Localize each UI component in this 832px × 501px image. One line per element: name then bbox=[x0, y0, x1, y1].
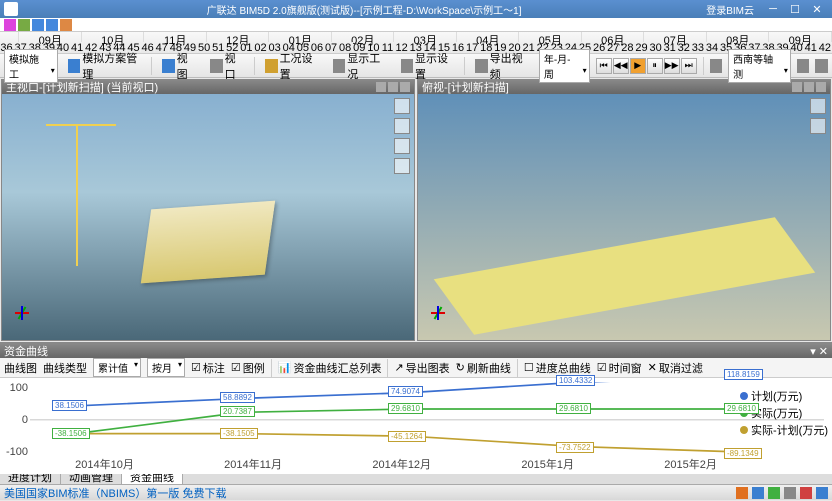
axis-compass[interactable] bbox=[424, 306, 452, 334]
minimize-icon[interactable]: ─ bbox=[762, 2, 784, 16]
qa-icon-4[interactable] bbox=[46, 19, 58, 31]
vp-min-icon[interactable] bbox=[792, 82, 802, 92]
export-chart-button[interactable]: ↗ 导出图表 bbox=[394, 360, 449, 376]
viewport-area: 主视口-[计划新扫描] (当前视口) 俯视-[计划新扫描] bbox=[0, 78, 832, 342]
window-icon bbox=[210, 59, 222, 73]
gear-icon bbox=[265, 59, 277, 73]
view-tools bbox=[394, 98, 410, 174]
grid-icon[interactable] bbox=[797, 59, 810, 73]
eye-icon bbox=[401, 59, 413, 73]
curve-type-select[interactable]: 累计值 bbox=[93, 358, 141, 377]
status-icon-3[interactable] bbox=[768, 487, 780, 499]
last-button[interactable]: ⏭ bbox=[681, 58, 697, 74]
qa-icon-3[interactable] bbox=[32, 19, 44, 31]
chart-header: 资金曲线 ▾ ✕ bbox=[0, 344, 832, 358]
pause-button[interactable]: ⏸ bbox=[647, 58, 663, 74]
zoom-icon[interactable] bbox=[394, 158, 410, 174]
sim-mode-select[interactable]: 模拟施工 bbox=[4, 49, 58, 83]
window-title: 广联达 BIM5D 2.0旗舰版(测试版)--[示例工程-D:\WorkSpac… bbox=[22, 2, 706, 17]
x-axis: 2014年10月2014年11月2014年12月2015年1月2015年2月 bbox=[30, 456, 762, 472]
first-button[interactable]: ⏮ bbox=[596, 58, 612, 74]
app-icon bbox=[4, 2, 18, 16]
status-bar: 美国国家BIM标准（NBIMS）第一版 免费下载 bbox=[0, 484, 832, 500]
qa-icon-1[interactable] bbox=[4, 19, 16, 31]
layers-icon[interactable] bbox=[815, 59, 828, 73]
period-select[interactable]: 按月 bbox=[147, 358, 185, 377]
timeline-months: 09月 10月 11月 12月 01月 02月 03月 04月 05月 06月 … bbox=[0, 32, 832, 42]
play-button[interactable]: ▶ bbox=[630, 58, 646, 74]
status-icon-6[interactable] bbox=[816, 487, 828, 499]
time-window-toggle[interactable]: ☑ 时间窗 bbox=[597, 360, 642, 376]
curve-button[interactable]: 曲线图 bbox=[4, 360, 37, 376]
gear-icon bbox=[68, 59, 81, 73]
3d-view-main[interactable] bbox=[2, 94, 414, 340]
date-format-select[interactable]: 年-月-周 bbox=[539, 49, 590, 83]
building-model bbox=[141, 200, 275, 282]
vp-close-icon[interactable] bbox=[816, 82, 826, 92]
playback-controls: ⏮ ◀◀ ▶ ⏸ ▶▶ ⏭ bbox=[596, 58, 697, 74]
chart-toolbar: 曲线图 曲线类型 累计值 按月 ☑ 标注 ☑ 图例 📊 资金曲线汇总列表 ↗ 导… bbox=[0, 358, 832, 378]
floor-plan-model bbox=[433, 217, 814, 334]
y-axis: 1000-100 bbox=[0, 382, 28, 458]
main-toolbar: 模拟施工 模拟方案管理 视图 视口 工况设置 显示工况 显示设置 导出视频 年-… bbox=[0, 54, 832, 78]
legend-toggle[interactable]: ☑ 图例 bbox=[231, 360, 265, 376]
orbit-icon[interactable] bbox=[810, 118, 826, 134]
home-icon[interactable] bbox=[810, 98, 826, 114]
progress-total-toggle[interactable]: ☐ 进度总曲线 bbox=[524, 360, 591, 376]
3d-view-top[interactable] bbox=[418, 94, 830, 340]
main-viewport: 主视口-[计划新扫描] (当前视口) bbox=[1, 79, 415, 341]
annotation-toggle[interactable]: ☑ 标注 bbox=[191, 360, 225, 376]
lock-icon[interactable] bbox=[710, 59, 723, 73]
monitor-icon bbox=[162, 59, 174, 73]
quick-access-bar bbox=[0, 18, 832, 32]
view-tools bbox=[810, 98, 826, 134]
secondary-viewport: 俯视-[计划新扫描] bbox=[417, 79, 831, 341]
panel-pin-icon[interactable]: ▾ ✕ bbox=[810, 345, 828, 358]
export-icon bbox=[475, 59, 487, 73]
cloud-login[interactable]: 登录BIM云 bbox=[706, 2, 754, 17]
vp-min-icon[interactable] bbox=[376, 82, 386, 92]
viewport-header: 主视口-[计划新扫描] (当前视口) bbox=[2, 80, 414, 94]
orbit-icon[interactable] bbox=[394, 118, 410, 134]
vp-max-icon[interactable] bbox=[388, 82, 398, 92]
list-icon bbox=[333, 59, 345, 73]
pan-icon[interactable] bbox=[394, 138, 410, 154]
vp-close-icon[interactable] bbox=[400, 82, 410, 92]
chart-svg bbox=[30, 382, 824, 458]
qa-icon-5[interactable] bbox=[60, 19, 72, 31]
qa-icon-2[interactable] bbox=[18, 19, 30, 31]
status-icon-4[interactable] bbox=[784, 487, 796, 499]
status-icon-1[interactable] bbox=[736, 487, 748, 499]
maximize-icon[interactable]: ☐ bbox=[784, 2, 806, 16]
chart-panel: 资金曲线 ▾ ✕ 曲线图 曲线类型 累计值 按月 ☑ 标注 ☑ 图例 📊 资金曲… bbox=[0, 342, 832, 468]
vp-max-icon[interactable] bbox=[804, 82, 814, 92]
close-icon[interactable]: ✕ bbox=[806, 2, 828, 16]
crane-model bbox=[76, 124, 78, 267]
prev-button[interactable]: ◀◀ bbox=[613, 58, 629, 74]
home-icon[interactable] bbox=[394, 98, 410, 114]
cancel-filter-button[interactable]: ✕ 取消过滤 bbox=[648, 360, 703, 376]
cost-curve-chart[interactable]: 1000-100 2014年10月2014年11月2014年12月2015年1月… bbox=[0, 378, 832, 474]
status-icon-2[interactable] bbox=[752, 487, 764, 499]
next-button[interactable]: ▶▶ bbox=[664, 58, 680, 74]
refresh-button[interactable]: ↻ 刷新曲线 bbox=[456, 360, 511, 376]
axis-compass[interactable] bbox=[8, 306, 36, 334]
status-icon-5[interactable] bbox=[800, 487, 812, 499]
title-bar: 广联达 BIM5D 2.0旗舰版(测试版)--[示例工程-D:\WorkSpac… bbox=[0, 0, 832, 18]
camera-select[interactable]: 西南等轴测 bbox=[728, 49, 791, 83]
status-text[interactable]: 美国国家BIM标准（NBIMS）第一版 免费下载 bbox=[4, 485, 226, 501]
summary-button[interactable]: 📊 资金曲线汇总列表 bbox=[278, 360, 382, 376]
